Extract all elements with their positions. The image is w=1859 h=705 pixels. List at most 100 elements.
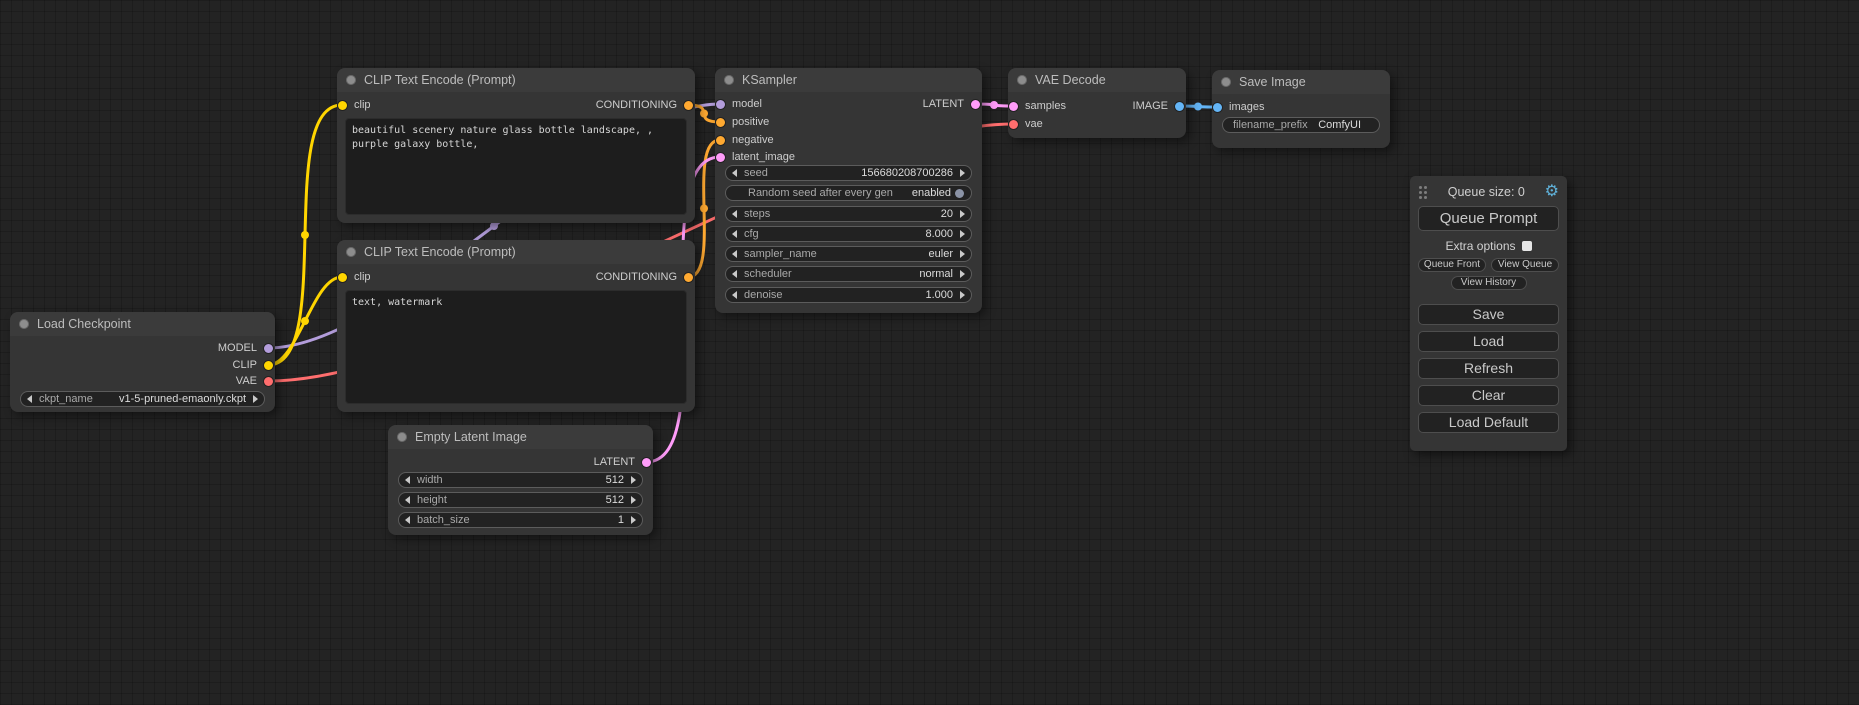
widget-width[interactable]: width 512	[398, 472, 643, 488]
input-slot-images[interactable]: images	[1213, 99, 1264, 115]
slot-dot-icon[interactable]	[338, 101, 347, 110]
slot-dot-icon[interactable]	[716, 100, 725, 109]
increment-arrow-icon[interactable]	[631, 476, 636, 484]
node-ksampler[interactable]: KSampler model positive negative latent_…	[715, 68, 982, 313]
collapse-dot-icon[interactable]	[1221, 77, 1231, 87]
node-title-bar[interactable]: VAE Decode	[1008, 68, 1186, 92]
increment-arrow-icon[interactable]	[960, 210, 965, 218]
collapse-dot-icon[interactable]	[724, 75, 734, 85]
save-button[interactable]: Save	[1418, 304, 1559, 325]
increment-arrow-icon[interactable]	[960, 291, 965, 299]
input-slot-model[interactable]: model	[716, 96, 762, 112]
collapse-dot-icon[interactable]	[397, 432, 407, 442]
clear-button[interactable]: Clear	[1418, 385, 1559, 406]
increment-arrow-icon[interactable]	[960, 230, 965, 238]
decrement-arrow-icon[interactable]	[27, 395, 32, 403]
widget-scheduler[interactable]: scheduler normal	[725, 266, 972, 282]
input-slot-negative[interactable]: negative	[716, 132, 774, 148]
widget-height[interactable]: height 512	[398, 492, 643, 508]
increment-arrow-icon[interactable]	[631, 516, 636, 524]
decrement-arrow-icon[interactable]	[405, 496, 410, 504]
slot-dot-icon[interactable]	[716, 118, 725, 127]
positive-prompt-textarea[interactable]: beautiful scenery nature glass bottle la…	[345, 118, 687, 215]
slot-dot-icon[interactable]	[264, 377, 273, 386]
increment-arrow-icon[interactable]	[631, 496, 636, 504]
node-title-bar[interactable]: CLIP Text Encode (Prompt)	[337, 240, 695, 264]
increment-arrow-icon[interactable]	[253, 395, 258, 403]
decrement-arrow-icon[interactable]	[732, 250, 737, 258]
collapse-dot-icon[interactable]	[346, 247, 356, 257]
extra-options-checkbox[interactable]	[1522, 241, 1532, 251]
node-title-bar[interactable]: CLIP Text Encode (Prompt)	[337, 68, 695, 92]
slot-dot-icon[interactable]	[1175, 102, 1184, 111]
widget-batch-size[interactable]: batch_size 1	[398, 512, 643, 528]
output-slot-image[interactable]: IMAGE	[1133, 98, 1184, 114]
slot-dot-icon[interactable]	[716, 136, 725, 145]
node-empty-latent-image[interactable]: Empty Latent Image LATENT width 512 heig…	[388, 425, 653, 535]
slot-dot-icon[interactable]	[684, 273, 693, 282]
input-slot-vae[interactable]: vae	[1009, 116, 1043, 132]
decrement-arrow-icon[interactable]	[405, 516, 410, 524]
widget-sampler-name[interactable]: sampler_name euler	[725, 246, 972, 262]
slot-dot-icon[interactable]	[264, 344, 273, 353]
decrement-arrow-icon[interactable]	[405, 476, 410, 484]
node-title-bar[interactable]: Save Image	[1212, 70, 1390, 94]
decrement-arrow-icon[interactable]	[732, 291, 737, 299]
slot-dot-icon[interactable]	[1009, 102, 1018, 111]
decrement-arrow-icon[interactable]	[732, 270, 737, 278]
slot-dot-icon[interactable]	[642, 458, 651, 467]
node-vae-decode[interactable]: VAE Decode samples vae IMAGE	[1008, 68, 1186, 138]
decrement-arrow-icon[interactable]	[732, 230, 737, 238]
widget-steps[interactable]: steps 20	[725, 206, 972, 222]
output-slot-model[interactable]: MODEL	[218, 340, 273, 356]
queue-front-button[interactable]: Queue Front	[1418, 258, 1486, 272]
widget-random-seed-toggle[interactable]: Random seed after every gen enabled	[725, 185, 972, 201]
output-slot-vae[interactable]: VAE	[236, 373, 273, 389]
settings-gear-icon[interactable]: ⚙	[1545, 184, 1559, 200]
widget-filename-prefix[interactable]: filename_prefix ComfyUI	[1222, 117, 1380, 133]
slot-dot-icon[interactable]	[264, 361, 273, 370]
node-clip-text-encode-negative[interactable]: CLIP Text Encode (Prompt) clip CONDITION…	[337, 240, 695, 412]
output-slot-clip[interactable]: CLIP	[233, 357, 273, 373]
widget-cfg[interactable]: cfg 8.000	[725, 226, 972, 242]
slot-dot-icon[interactable]	[716, 153, 725, 162]
slot-dot-icon[interactable]	[684, 101, 693, 110]
node-title-bar[interactable]: Load Checkpoint	[10, 312, 275, 336]
view-queue-button[interactable]: View Queue	[1491, 258, 1559, 272]
input-slot-positive[interactable]: positive	[716, 114, 769, 130]
node-save-image[interactable]: Save Image images filename_prefix ComfyU…	[1212, 70, 1390, 148]
view-history-button[interactable]: View History	[1451, 276, 1527, 290]
queue-prompt-button[interactable]: Queue Prompt	[1418, 206, 1559, 231]
collapse-dot-icon[interactable]	[19, 319, 29, 329]
load-button[interactable]: Load	[1418, 331, 1559, 352]
increment-arrow-icon[interactable]	[960, 270, 965, 278]
widget-ckpt-name[interactable]: ckpt_name v1-5-pruned-emaonly.ckpt	[20, 391, 265, 407]
input-slot-clip[interactable]: clip	[338, 269, 371, 285]
output-slot-latent[interactable]: LATENT	[923, 96, 980, 112]
decrement-arrow-icon[interactable]	[732, 169, 737, 177]
input-slot-latent-image[interactable]: latent_image	[716, 149, 795, 165]
output-slot-latent[interactable]: LATENT	[594, 454, 651, 470]
input-slot-clip[interactable]: clip	[338, 97, 371, 113]
toggle-dot-icon[interactable]	[955, 189, 964, 198]
drag-handle-icon[interactable]	[1418, 185, 1428, 199]
input-slot-samples[interactable]: samples	[1009, 98, 1066, 114]
widget-seed[interactable]: seed 156680208700286	[725, 165, 972, 181]
slot-dot-icon[interactable]	[1213, 103, 1222, 112]
node-title-bar[interactable]: Empty Latent Image	[388, 425, 653, 449]
collapse-dot-icon[interactable]	[346, 75, 356, 85]
increment-arrow-icon[interactable]	[960, 250, 965, 258]
node-clip-text-encode-positive[interactable]: CLIP Text Encode (Prompt) clip CONDITION…	[337, 68, 695, 223]
increment-arrow-icon[interactable]	[960, 169, 965, 177]
load-default-button[interactable]: Load Default	[1418, 412, 1559, 433]
slot-dot-icon[interactable]	[971, 100, 980, 109]
output-slot-conditioning[interactable]: CONDITIONING	[596, 97, 693, 113]
negative-prompt-textarea[interactable]: text, watermark	[345, 290, 687, 404]
output-slot-conditioning[interactable]: CONDITIONING	[596, 269, 693, 285]
node-title-bar[interactable]: KSampler	[715, 68, 982, 92]
collapse-dot-icon[interactable]	[1017, 75, 1027, 85]
node-graph-canvas[interactable]: Load Checkpoint MODEL CLIP VAE ckpt_name…	[0, 0, 1859, 705]
refresh-button[interactable]: Refresh	[1418, 358, 1559, 379]
node-load-checkpoint[interactable]: Load Checkpoint MODEL CLIP VAE ckpt_name…	[10, 312, 275, 412]
decrement-arrow-icon[interactable]	[732, 210, 737, 218]
